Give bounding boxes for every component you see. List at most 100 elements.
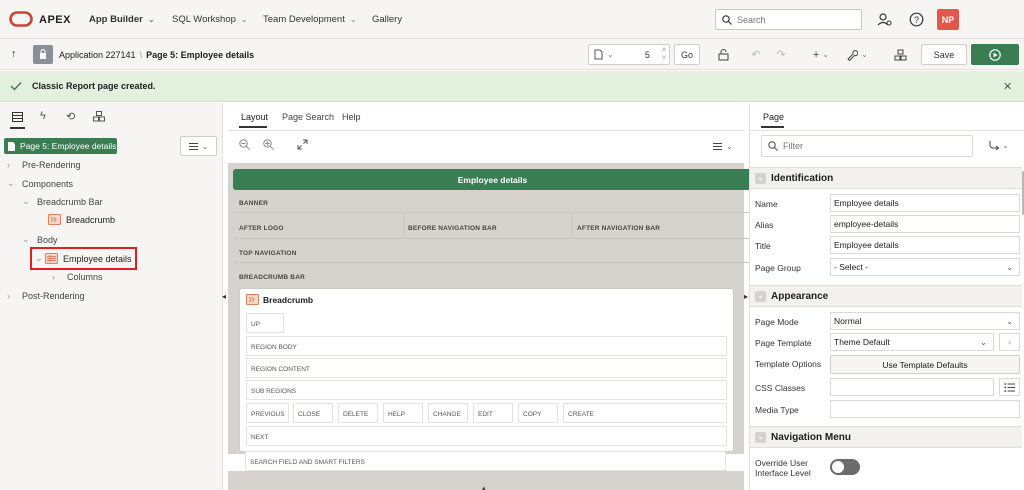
override-ui-level-toggle[interactable]	[830, 459, 860, 475]
chevron-down-icon: ⌄	[349, 15, 357, 24]
property-editor-pane: Page Filter ⌄ ⌄ Identification Name Empl…	[749, 103, 1024, 490]
layout-row-before-nav[interactable]: BEFORE NAVIGATION BAR	[408, 225, 497, 232]
user-settings-icon[interactable]	[877, 12, 892, 27]
section-appearance[interactable]: ⌄ Appearance	[750, 285, 1022, 307]
nav-sql-workshop[interactable]: SQL Workshop ⌄	[172, 0, 248, 39]
application-link[interactable]: Application 227141	[59, 50, 136, 60]
utilities-menu-button[interactable]: ⌄	[845, 44, 869, 65]
zoom-in-icon[interactable]	[263, 139, 274, 150]
shared-components-icon[interactable]	[891, 44, 909, 65]
collapse-left-icon[interactable]: ◂	[222, 292, 226, 301]
page-group-select[interactable]: - Select - ⌄	[830, 258, 1020, 276]
tree-node-post-rendering[interactable]: › Post-Rendering	[7, 286, 85, 305]
tree-node-employee-details[interactable]: ⌄ Employee details	[35, 249, 132, 268]
slot-create[interactable]: CREATE	[563, 403, 727, 423]
chevron-down-icon: ⌄	[861, 50, 868, 59]
page-number-selector[interactable]: ⌄ 5 ˄ ˅	[588, 44, 670, 65]
slot-help[interactable]: HELP	[383, 403, 423, 423]
tree-node-breadcrumb[interactable]: Breadcrumb	[48, 210, 115, 229]
shared-components-tab-icon[interactable]	[93, 111, 105, 122]
slot-sub-regions[interactable]: SUB REGIONS	[246, 380, 727, 400]
page-mode-select[interactable]: Normal ⌄	[830, 312, 1020, 330]
tree-node-components[interactable]: ⌄ Components	[7, 174, 73, 193]
tab-help[interactable]: Help	[342, 112, 361, 122]
css-classes-list-button[interactable]	[999, 378, 1020, 396]
run-page-button[interactable]	[971, 44, 1019, 65]
application-icon[interactable]	[33, 45, 53, 64]
layout-row-after-logo[interactable]: AFTER LOGO	[239, 225, 284, 232]
chevron-down-icon: ⌄	[1006, 316, 1013, 326]
section-navigation-menu[interactable]: ⌄ Navigation Menu	[750, 426, 1022, 448]
slot-search-field[interactable]: SEARCH FIELD AND SMART FILTERS	[245, 451, 726, 471]
page-header-bar[interactable]: Employee details	[233, 169, 752, 190]
slot-copy[interactable]: COPY	[518, 403, 558, 423]
page-group-value: - Select -	[834, 262, 869, 272]
slot-region-content[interactable]: REGION CONTENT	[246, 358, 727, 378]
close-icon[interactable]: ✕	[1003, 80, 1012, 93]
undo-icon[interactable]: ↶	[747, 44, 765, 65]
go-to-template-button[interactable]: ›	[999, 333, 1020, 351]
stepper-icon[interactable]: ˄ ˅	[662, 47, 666, 63]
divider	[403, 215, 404, 237]
layout-row-banner[interactable]: BANNER	[239, 200, 268, 207]
slot-change[interactable]: CHANGE	[428, 403, 468, 423]
rendering-tab-icon[interactable]	[12, 112, 23, 122]
save-button[interactable]: Save	[921, 44, 967, 65]
slot-up[interactable]: UP	[246, 313, 284, 333]
go-to-group-button[interactable]: ⌄	[989, 140, 1009, 150]
page-number-value[interactable]: 5	[645, 50, 650, 60]
breadcrumb-region[interactable]: Breadcrumb UP REGION BODY REGION CONTENT…	[239, 288, 734, 452]
redo-icon[interactable]: ↷	[772, 44, 790, 65]
slot-edit[interactable]: EDIT	[473, 403, 513, 423]
tree-node-breadcrumb-bar[interactable]: ⌄ Breadcrumb Bar	[22, 192, 103, 211]
lock-page-icon[interactable]	[714, 44, 732, 65]
page-badge[interactable]: Page 5: Employee details	[4, 138, 117, 154]
expand-icon[interactable]	[297, 139, 308, 150]
tab-layout[interactable]: Layout	[241, 112, 268, 122]
layout-row-breadcrumb-bar[interactable]: BREADCRUMB BAR	[239, 274, 305, 281]
help-icon[interactable]: ?	[909, 12, 924, 27]
section-title: Identification	[771, 172, 834, 184]
media-type-field[interactable]	[830, 400, 1020, 418]
page-template-select[interactable]: Theme Default ⌄	[830, 333, 994, 351]
zoom-out-icon[interactable]	[239, 139, 250, 150]
prop-label-page-group: Page Group	[755, 263, 801, 273]
collapse-bottom-icon[interactable]: ▴	[482, 484, 486, 490]
section-identification[interactable]: ⌄ Identification	[750, 167, 1022, 189]
title-field[interactable]: Employee details	[830, 236, 1020, 254]
name-field[interactable]: Employee details	[830, 194, 1020, 212]
slot-previous[interactable]: PREVIOUS	[246, 403, 289, 423]
nav-gallery[interactable]: Gallery	[372, 0, 402, 39]
layout-menu-button[interactable]: ⌄	[706, 136, 740, 156]
slot-delete[interactable]: DELETE	[338, 403, 378, 423]
alias-field[interactable]: employee-details	[830, 215, 1020, 233]
processing-tab-icon[interactable]: ⟲	[66, 110, 75, 123]
slot-close[interactable]: CLOSE	[293, 403, 333, 423]
search-icon	[768, 141, 778, 151]
tree-node-pre-rendering[interactable]: › Pre-Rendering	[7, 155, 81, 174]
search-input[interactable]: Search	[715, 9, 862, 30]
collapse-right-icon[interactable]: ▸	[744, 292, 748, 301]
layout-row-after-nav[interactable]: AFTER NAVIGATION BAR	[577, 225, 660, 232]
page-toolbar: ↑ Application 227141 \ Page 5: Employee …	[0, 39, 1024, 70]
tree-node-columns[interactable]: › Columns	[52, 267, 103, 286]
tree-menu-button[interactable]: ⌄	[180, 136, 217, 156]
tab-page[interactable]: Page	[763, 112, 784, 122]
slot-next[interactable]: NEXT	[246, 426, 727, 446]
apex-brand[interactable]: APEX	[39, 0, 71, 39]
slot-region-body[interactable]: REGION BODY	[246, 336, 727, 356]
user-avatar[interactable]: NP	[937, 9, 959, 30]
go-button[interactable]: Go	[674, 44, 700, 65]
filter-input[interactable]: Filter	[761, 135, 973, 157]
arrow-up-icon[interactable]: ↑	[11, 48, 17, 60]
css-classes-field[interactable]	[830, 378, 994, 396]
tab-page-search[interactable]: Page Search	[282, 112, 334, 122]
create-menu-button[interactable]: + ⌄	[808, 44, 834, 65]
dynamic-actions-tab-icon[interactable]: ϟ	[40, 110, 46, 122]
layout-row-top-navigation[interactable]: TOP NAVIGATION	[239, 250, 297, 257]
use-template-defaults-button[interactable]: Use Template Defaults	[830, 355, 1020, 374]
nav-app-builder[interactable]: App Builder ⌄	[89, 0, 155, 39]
oracle-logo-icon[interactable]	[9, 11, 33, 27]
nav-team-development[interactable]: Team Development ⌄	[263, 0, 357, 39]
